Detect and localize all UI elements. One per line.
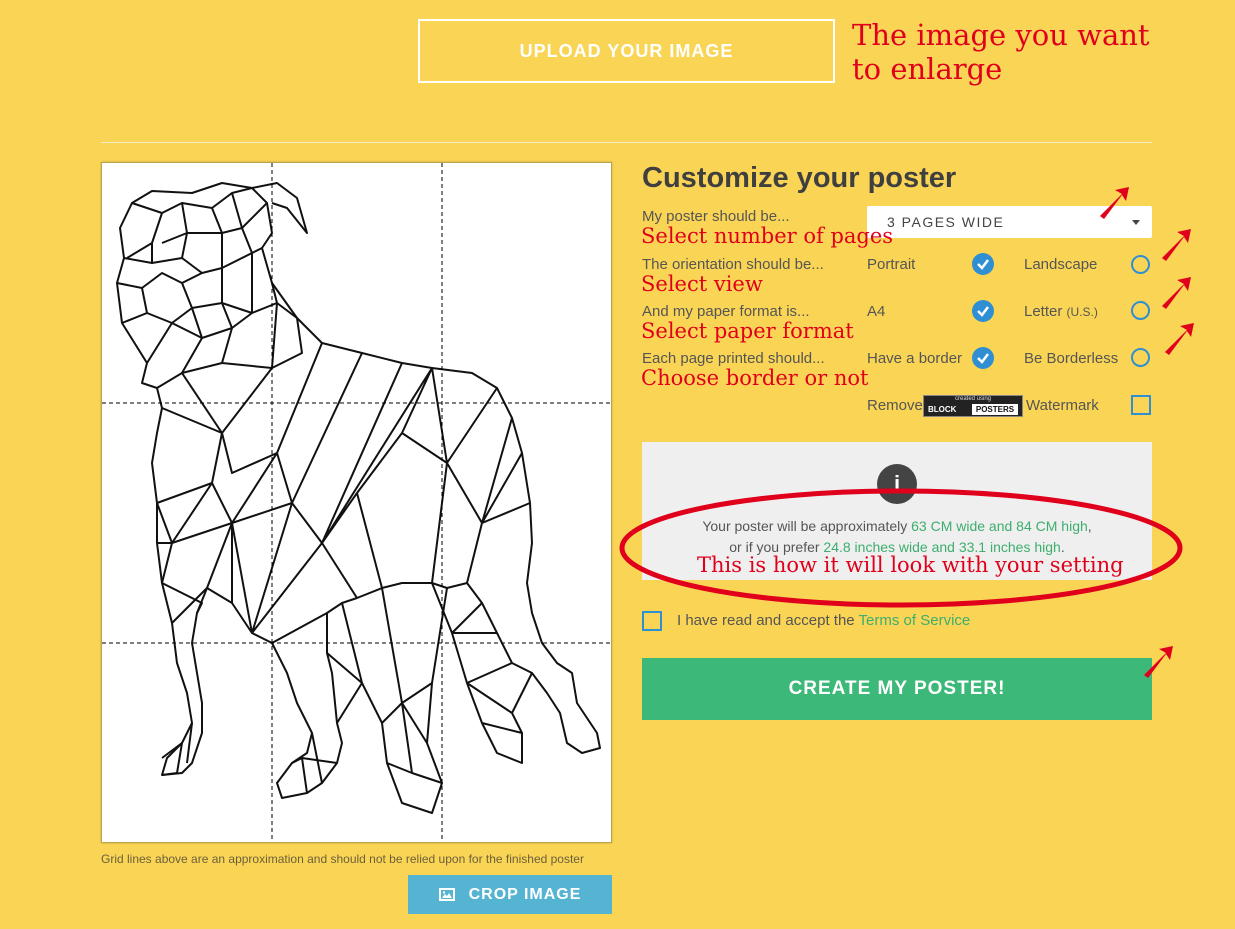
grid-note: Grid lines above are an approximation an… bbox=[101, 852, 584, 866]
terms-prefix: I have read and accept the bbox=[677, 612, 855, 629]
result-annotation: This is how it will look with your setti… bbox=[697, 553, 1124, 577]
pages-annotation: Select number of pages bbox=[641, 224, 894, 248]
crop-image-label: CROP IMAGE bbox=[468, 885, 582, 903]
letter-label-text: Letter bbox=[1024, 303, 1063, 320]
section-divider bbox=[101, 142, 1152, 143]
highlight-ellipse bbox=[619, 488, 1183, 608]
watermark-label: Watermark bbox=[1026, 397, 1099, 414]
crop-image-button[interactable]: CROP IMAGE bbox=[408, 875, 612, 914]
arrow-icon bbox=[1144, 646, 1173, 678]
view-annotation: Select view bbox=[641, 272, 763, 296]
chevron-down-icon bbox=[1132, 220, 1140, 225]
arrow-icon bbox=[1100, 187, 1129, 219]
size-label: My poster should be... bbox=[642, 208, 790, 225]
terms-link[interactable]: Terms of Service bbox=[859, 612, 971, 629]
arrow-icon bbox=[1162, 229, 1191, 261]
portrait-checked[interactable] bbox=[972, 253, 994, 275]
blockposters-logo: created using BLOCK POSTERS bbox=[923, 395, 1023, 417]
badge-top-text: created using bbox=[954, 396, 992, 402]
upload-annotation: The image you want to enlarge bbox=[852, 18, 1150, 86]
image-icon bbox=[438, 888, 455, 901]
upload-annotation-line2: to enlarge bbox=[852, 52, 1003, 86]
badge-left-text: BLOCK bbox=[928, 405, 957, 414]
paper-annotation: Select paper format bbox=[641, 319, 854, 343]
paper-label: And my paper format is... bbox=[642, 303, 810, 320]
landscape-label: Landscape bbox=[1024, 256, 1098, 273]
borderless-radio[interactable] bbox=[1131, 348, 1150, 367]
remove-watermark-checkbox[interactable] bbox=[1131, 395, 1151, 415]
upload-image-button[interactable]: UPLOAD YOUR IMAGE bbox=[418, 19, 835, 83]
terms-text: I have read and accept the Terms of Serv… bbox=[677, 612, 970, 629]
have-border-checked[interactable] bbox=[972, 347, 994, 369]
upload-annotation-line1: The image you want bbox=[852, 18, 1150, 52]
have-border-label: Have a border bbox=[867, 350, 963, 367]
letter-radio[interactable] bbox=[1131, 301, 1150, 320]
borderless-label: Be Borderless bbox=[1024, 350, 1119, 367]
remove-label: Remove bbox=[867, 397, 923, 414]
arrow-icon bbox=[1165, 323, 1194, 355]
letter-label: Letter (U.S.) bbox=[1024, 303, 1098, 320]
pages-select-value: 3 PAGES WIDE bbox=[887, 214, 1005, 230]
letter-label-suffix: (U.S.) bbox=[1066, 305, 1098, 319]
customize-title: Customize your poster bbox=[642, 162, 957, 194]
check-icon bbox=[977, 306, 989, 317]
create-poster-button[interactable]: CREATE MY POSTER! bbox=[642, 658, 1152, 720]
terms-checkbox[interactable] bbox=[642, 611, 662, 631]
orientation-label: The orientation should be... bbox=[642, 256, 824, 273]
check-icon bbox=[977, 353, 989, 364]
landscape-radio[interactable] bbox=[1131, 255, 1150, 274]
badge-right-text: POSTERS bbox=[972, 404, 1018, 415]
arrow-icon bbox=[1162, 277, 1191, 309]
border-annotation: Choose border or not bbox=[641, 366, 869, 390]
border-label: Each page printed should... bbox=[642, 350, 825, 367]
portrait-label: Portrait bbox=[867, 256, 916, 273]
poster-preview bbox=[101, 162, 612, 843]
dog-image bbox=[102, 163, 611, 842]
check-icon bbox=[977, 259, 989, 270]
a4-checked[interactable] bbox=[972, 300, 994, 322]
a4-label: A4 bbox=[867, 303, 886, 320]
